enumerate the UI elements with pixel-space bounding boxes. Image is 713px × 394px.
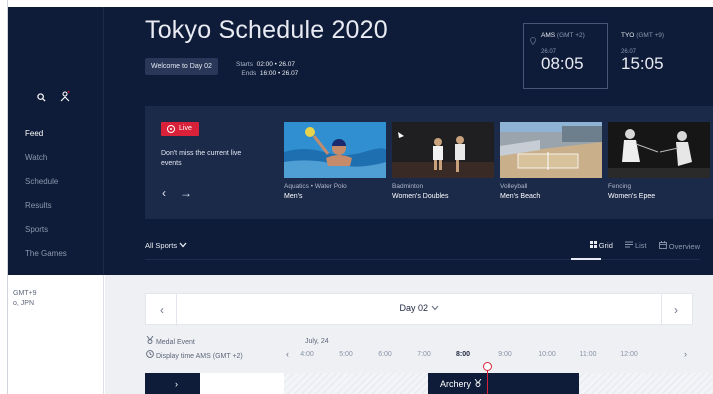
event-block-archery[interactable]: Archery <box>428 373 579 394</box>
sidebar-item-feed[interactable]: Feed <box>25 129 67 153</box>
all-sports-dropdown[interactable]: All Sports <box>145 241 187 250</box>
card-sport: Badminton <box>392 183 424 190</box>
view-grid-label: Grid <box>598 241 613 250</box>
filter-bar: All Sports Grid List Overview <box>145 238 700 260</box>
water-polo-image <box>284 122 386 178</box>
tyo-code: TYO <box>621 32 635 39</box>
tyo-time: 15:05 <box>621 54 664 73</box>
timezone-offset: GMT+9 <box>13 290 37 297</box>
view-overview-label: Overview <box>668 242 700 251</box>
view-list[interactable]: List <box>624 241 647 251</box>
sidebar: Feed Watch Schedule Results Sports The G… <box>8 7 104 275</box>
starts-value: 02:00 • 26.07 <box>256 61 296 68</box>
card-event: Women's Epee <box>608 193 656 200</box>
card-event: Men's <box>284 193 303 200</box>
volleyball-image <box>500 122 602 178</box>
day-label: Day 02 <box>399 303 428 313</box>
card-sport: Volleyball <box>500 183 528 190</box>
timeline: ‹ 4:00 5:00 6:00 7:00 8:00 9:00 10:00 11… <box>286 349 696 363</box>
timezone-location: o, JPN <box>13 300 35 307</box>
live-card-badminton[interactable]: Badminton Women's Doubles <box>392 122 494 200</box>
schedule-legend: Medal Event Display time AMS (GMT +2) <box>146 335 243 364</box>
medal-icon <box>474 378 482 389</box>
view-overview[interactable]: Overview <box>658 241 700 251</box>
welcome-badge: Welcome to Day 02 <box>145 58 218 75</box>
time-tick: 4:00 <box>300 351 314 358</box>
ams-time: 08:05 <box>541 54 584 73</box>
view-grid[interactable]: Grid <box>589 241 613 251</box>
event-name: Archery <box>440 379 472 389</box>
grid-icon <box>589 241 599 250</box>
chevron-left-icon[interactable]: ‹ <box>162 186 166 200</box>
medal-event-label: Medal Event <box>155 339 195 346</box>
app-window: Feed Watch Schedule Results Sports The G… <box>0 0 713 394</box>
row-next-button[interactable]: › <box>145 373 200 394</box>
carousel-controls: ‹ → <box>162 186 192 200</box>
time-tick: 10:00 <box>538 351 556 358</box>
sidebar-item-the-games[interactable]: The Games <box>25 249 67 273</box>
tyo-offset: (GMT +9) <box>636 32 665 39</box>
day-selector: ‹ Day 02 › <box>145 293 693 326</box>
sidebar-item-results[interactable]: Results <box>25 201 67 225</box>
sidebar-nav: Feed Watch Schedule Results Sports The G… <box>25 129 67 273</box>
current-time-marker <box>483 362 492 371</box>
live-description: Don't miss the current live events <box>161 150 242 167</box>
arrow-right-icon[interactable]: → <box>180 186 192 200</box>
active-view-indicator <box>571 258 601 260</box>
live-card-water-polo[interactable]: Aquatics • Water Polo Men's <box>284 122 386 200</box>
ams-code: AMS <box>541 32 556 39</box>
view-list-label: List <box>634 241 647 250</box>
day-times: Starts 02:00 • 26.07 Ends 16:00 • 26.07 <box>236 60 298 78</box>
top-strip <box>0 0 713 7</box>
calendar-icon <box>658 241 669 251</box>
page-title: Tokyo Schedule 2020 <box>145 16 388 44</box>
card-sport: Fencing <box>608 183 632 190</box>
live-record-icon <box>167 125 175 133</box>
medal-icon <box>146 335 156 346</box>
schedule-slot <box>200 373 284 394</box>
timeline-month: July, 24 <box>305 338 329 345</box>
search-icon[interactable] <box>37 89 46 107</box>
chevron-right-icon[interactable]: › <box>674 303 678 317</box>
window-edge <box>0 0 8 394</box>
sidebar-item-watch[interactable]: Watch <box>25 153 67 177</box>
card-event: Women's Doubles <box>392 193 449 200</box>
time-tick: 5:00 <box>339 351 353 358</box>
time-tick: 11:00 <box>579 351 597 358</box>
ends-label: Ends <box>241 70 257 77</box>
display-time-label: Display time AMS (GMT +2) <box>155 353 243 360</box>
starts-label: Starts <box>236 61 253 68</box>
live-card-volleyball[interactable]: Volleyball Men's Beach <box>500 122 602 200</box>
ams-clock: AMS (GMT +2) 26.07 08:05 <box>532 32 585 72</box>
sidebar-icons <box>37 89 70 107</box>
time-tick: 7:00 <box>417 351 431 358</box>
sidebar-item-schedule[interactable]: Schedule <box>25 177 67 201</box>
card-sport: Aquatics • Water Polo <box>284 183 347 190</box>
all-sports-label: All Sports <box>145 241 178 250</box>
chevron-down-icon <box>431 303 439 313</box>
card-event: Men's Beach <box>500 193 541 200</box>
badminton-image <box>392 122 494 178</box>
fencing-image <box>608 122 710 178</box>
chevron-right-icon[interactable]: › <box>684 349 687 359</box>
list-icon <box>624 241 635 250</box>
time-tick-current: 8:00 <box>455 351 470 358</box>
view-switcher: Grid List Overview <box>589 241 700 251</box>
time-tick: 6:00 <box>378 351 392 358</box>
user-icon[interactable] <box>60 89 70 107</box>
divider <box>661 294 662 326</box>
ams-offset: (GMT +2) <box>556 32 585 39</box>
day-dropdown[interactable]: Day 02 <box>146 303 692 313</box>
tyo-clock: TYO (GMT +9) 26.07 15:05 <box>621 32 664 72</box>
chevron-down-icon <box>179 241 187 250</box>
chevron-left-icon[interactable]: ‹ <box>286 349 289 359</box>
live-card-fencing[interactable]: Fencing Women's Epee <box>608 122 710 200</box>
time-tick: 12:00 <box>620 351 638 358</box>
timezone-info: GMT+9 o, JPN <box>13 289 37 309</box>
ends-value: 16:00 • 26.07 <box>259 70 299 77</box>
time-tick: 9:00 <box>498 351 512 358</box>
clock-icon <box>146 350 156 360</box>
sidebar-item-sports[interactable]: Sports <box>25 225 67 249</box>
